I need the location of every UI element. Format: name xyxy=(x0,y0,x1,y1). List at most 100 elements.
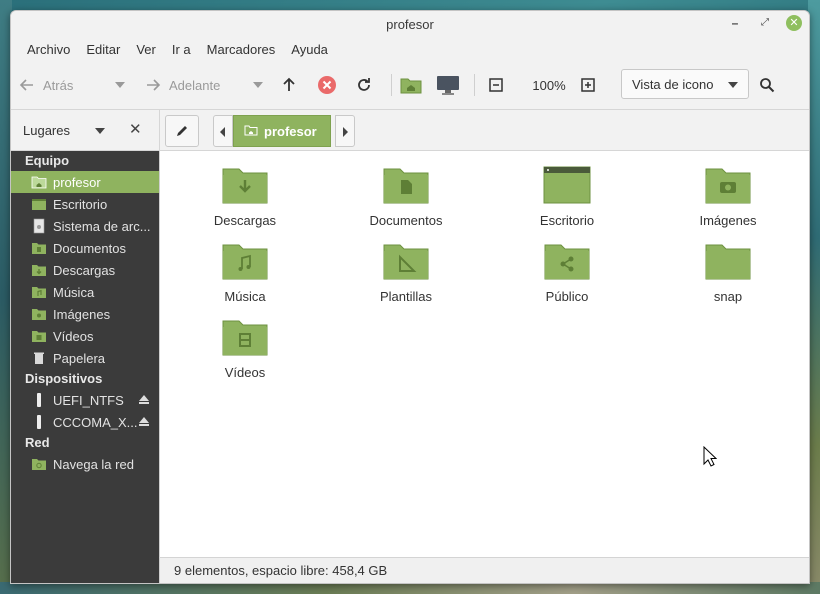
maximize-button[interactable]: ⤢ xyxy=(757,15,773,31)
divider xyxy=(159,110,160,152)
camera-icon xyxy=(704,165,752,205)
sidebar-item-uefi-ntfs[interactable]: UEFI_NTFS xyxy=(11,389,159,411)
sidebar: Equipo profesor Escritorio Sistema de ar… xyxy=(11,151,159,583)
menu-ayuda[interactable]: Ayuda xyxy=(283,42,336,57)
menu-archivo[interactable]: Archivo xyxy=(19,42,78,57)
videos-folder-icon xyxy=(31,328,47,344)
film-icon xyxy=(221,317,269,357)
menu-editar[interactable]: Editar xyxy=(78,42,128,57)
title-bar[interactable]: profesor – ⤢ ✕ xyxy=(11,11,809,37)
sidebar-item-profesor[interactable]: profesor xyxy=(11,171,159,193)
sidebar-item-cccoma[interactable]: CCCOMA_X... xyxy=(11,411,159,433)
file-name: Escritorio xyxy=(539,213,595,228)
file-item-descargas[interactable]: Descargas xyxy=(180,165,310,228)
breadcrumb-current[interactable]: profesor xyxy=(233,115,331,147)
menu-ir-a[interactable]: Ir a xyxy=(164,42,199,57)
minimize-button[interactable]: – xyxy=(727,15,743,31)
chevron-right-icon xyxy=(343,127,348,137)
reload-icon xyxy=(355,76,373,94)
file-name: Público xyxy=(545,289,589,304)
sidebar-item-documentos[interactable]: Documentos xyxy=(11,237,159,259)
sidebar-item-label: UEFI_NTFS xyxy=(53,392,124,408)
trash-icon xyxy=(31,350,47,366)
computer-button[interactable] xyxy=(436,70,474,100)
home-folder-icon xyxy=(400,76,422,94)
file-item-snap[interactable]: snap xyxy=(663,241,793,304)
sidebar-item-label: CCCOMA_X... xyxy=(53,414,138,430)
download-arrow-icon xyxy=(221,165,269,205)
reload-button[interactable] xyxy=(355,70,391,100)
documents-folder-icon xyxy=(31,240,47,256)
sidebar-item-label: Navega la red xyxy=(53,456,134,472)
back-button[interactable]: Atrás xyxy=(19,70,109,100)
file-item-imagenes[interactable]: Imágenes xyxy=(663,165,793,228)
folder-icon xyxy=(704,241,752,281)
sidebar-item-label: Descargas xyxy=(53,262,116,278)
pictures-folder-icon xyxy=(31,306,47,322)
sidebar-item-label: Imágenes xyxy=(53,306,111,322)
filesystem-icon xyxy=(31,218,47,234)
sidebar-item-descargas[interactable]: Descargas xyxy=(11,259,159,281)
eject-icon[interactable] xyxy=(139,417,149,426)
search-button[interactable] xyxy=(759,70,775,100)
back-label: Atrás xyxy=(43,77,74,93)
file-item-escritorio[interactable]: Escritorio xyxy=(502,165,632,228)
close-window-button[interactable]: ✕ xyxy=(786,15,802,31)
desktop-folder-icon xyxy=(31,196,47,212)
sidebar-item-label: Papelera xyxy=(53,350,106,366)
file-item-documentos[interactable]: Documentos xyxy=(341,165,471,228)
sidebar-item-imagenes[interactable]: Imágenes xyxy=(11,303,159,325)
back-history-dropdown[interactable] xyxy=(109,70,139,100)
forward-arrow-icon xyxy=(145,77,161,93)
edit-location-button[interactable] xyxy=(165,115,199,147)
sidebar-item-sistema-de-archivos[interactable]: Sistema de arc... xyxy=(11,215,159,237)
close-sidebar-icon[interactable]: ✕ xyxy=(129,120,142,138)
file-item-musica[interactable]: Música xyxy=(180,241,310,304)
eject-icon[interactable] xyxy=(139,395,149,404)
sidebar-item-musica[interactable]: Música xyxy=(11,281,159,303)
sidebar-item-label: Escritorio xyxy=(53,196,108,212)
chevron-down-icon xyxy=(253,82,263,88)
stop-button[interactable] xyxy=(317,70,355,100)
sidebar-item-navega-la-red[interactable]: Navega la red xyxy=(11,453,159,475)
file-item-publico[interactable]: Público xyxy=(502,241,632,304)
menu-ver[interactable]: Ver xyxy=(128,42,164,57)
template-icon xyxy=(382,241,430,281)
zoom-out-icon xyxy=(489,78,503,92)
sidebar-section-equipo: Equipo xyxy=(25,153,70,168)
menu-marcadores[interactable]: Marcadores xyxy=(199,42,284,57)
file-view[interactable]: Descargas Documentos Escritorio Imágenes xyxy=(159,151,809,557)
toolbar: Atrás Adelante 100% Vista de icono xyxy=(11,61,809,109)
location-bar: Lugares ✕ profesor xyxy=(11,109,809,152)
sidebar-item-label: Vídeos xyxy=(53,328,94,344)
zoom-level[interactable]: 100% xyxy=(517,70,581,100)
pencil-icon xyxy=(175,124,189,141)
sidebar-item-escritorio[interactable]: Escritorio xyxy=(11,193,159,215)
forward-history-dropdown[interactable] xyxy=(251,70,281,100)
chevron-down-icon xyxy=(728,82,738,88)
chevron-down-icon[interactable] xyxy=(95,128,105,134)
sidebar-item-label: profesor xyxy=(53,174,101,190)
chevron-down-icon xyxy=(115,82,125,88)
zoom-out-button[interactable] xyxy=(489,70,517,100)
sidebar-item-papelera[interactable]: Papelera xyxy=(11,347,159,369)
up-button[interactable] xyxy=(281,70,317,100)
file-name: Documentos xyxy=(369,213,443,228)
file-name: snap xyxy=(713,289,743,304)
breadcrumb-scroll-left[interactable] xyxy=(213,115,233,147)
network-folder-icon xyxy=(31,456,47,472)
file-item-plantillas[interactable]: Plantillas xyxy=(341,241,471,304)
file-item-videos[interactable]: Vídeos xyxy=(180,317,310,380)
home-button[interactable] xyxy=(400,70,436,100)
toolbar-separator xyxy=(391,74,392,96)
file-name: Imágenes xyxy=(699,213,757,228)
usb-drive-icon xyxy=(31,414,47,430)
view-mode-select[interactable]: Vista de icono xyxy=(621,69,749,99)
zoom-in-button[interactable] xyxy=(581,70,609,100)
sidebar-item-videos[interactable]: Vídeos xyxy=(11,325,159,347)
forward-button[interactable]: Adelante xyxy=(139,70,251,100)
desktop-icon xyxy=(543,165,591,205)
chevron-left-icon xyxy=(220,127,225,137)
file-name: Música xyxy=(224,289,266,304)
breadcrumb-scroll-right[interactable] xyxy=(335,115,355,147)
